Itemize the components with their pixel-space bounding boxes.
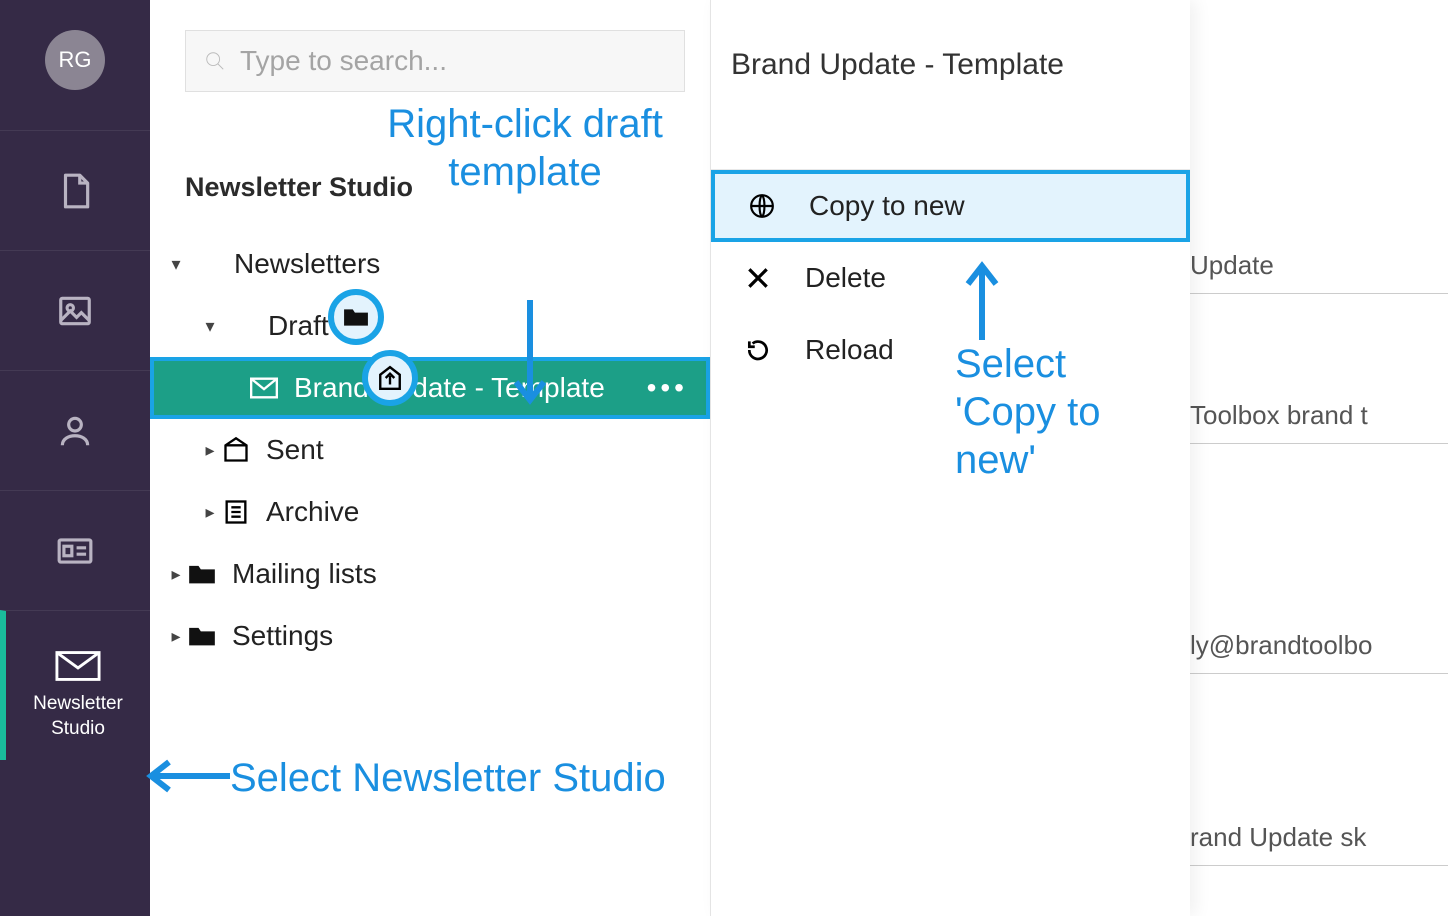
- nav-newsletter-studio[interactable]: Newsletter Studio: [0, 610, 150, 760]
- expand-icon[interactable]: ▾: [200, 316, 220, 337]
- tree-newsletters-label: Newsletters: [234, 248, 380, 280]
- folder-icon: [186, 558, 218, 590]
- nav-forms[interactable]: [0, 490, 150, 610]
- folder-icon: [186, 620, 218, 652]
- bg-row-label: Update: [1190, 250, 1274, 281]
- arrow-left-icon: [145, 758, 230, 794]
- arrow-up-icon: [962, 260, 1002, 340]
- expand-icon[interactable]: ▸: [200, 502, 220, 523]
- annotation-select-copy: Select 'Copy to new': [955, 340, 1155, 484]
- globe-icon: [745, 193, 779, 219]
- arrow-down-icon: [510, 300, 550, 415]
- expand-icon[interactable]: ▸: [200, 440, 220, 461]
- tree-draft-item-label: Brand Update - Template: [294, 372, 605, 404]
- nav-members[interactable]: [0, 370, 150, 490]
- reload-icon: [741, 337, 775, 363]
- annotation-select-ns: Select Newsletter Studio: [230, 754, 666, 802]
- tree-draft[interactable]: ▾ Draft: [150, 295, 710, 357]
- tree-sent-label: Sent: [266, 434, 324, 466]
- more-options-icon[interactable]: •••: [647, 372, 688, 404]
- context-delete[interactable]: Delete: [711, 242, 1190, 314]
- nav-newsletter-studio-label: Newsletter Studio: [6, 692, 150, 741]
- envelope-icon: [55, 650, 101, 682]
- search-input[interactable]: Type to search...: [185, 30, 685, 92]
- context-reload-label: Reload: [805, 334, 894, 366]
- tree-draft-label: Draft: [268, 310, 329, 342]
- avatar[interactable]: RG: [45, 30, 105, 90]
- nav-media[interactable]: [0, 250, 150, 370]
- person-icon: [56, 412, 94, 450]
- archive-icon: [220, 496, 252, 528]
- tree-newsletters[interactable]: ▾ Newsletters: [150, 233, 710, 295]
- tree-sent[interactable]: ▸ Sent: [150, 419, 710, 481]
- envelope-icon: [248, 372, 280, 404]
- tree-archive-label: Archive: [266, 496, 359, 528]
- tree-archive[interactable]: ▸ Archive: [150, 481, 710, 543]
- tree-settings-label: Settings: [232, 620, 333, 652]
- document-icon: [56, 172, 94, 210]
- context-copy-label: Copy to new: [809, 190, 965, 222]
- tree-settings[interactable]: ▸ Settings: [150, 605, 710, 667]
- tree-mailing-lists[interactable]: ▸ Mailing lists: [150, 543, 710, 605]
- context-menu-header: Brand Update - Template: [711, 0, 1190, 170]
- image-icon: [56, 292, 94, 330]
- folder-icon: [343, 304, 369, 330]
- annotation-right-click: Right-click draft template: [360, 100, 690, 196]
- highlight-circle-draft: [362, 350, 418, 406]
- outbox-icon: [220, 434, 252, 466]
- context-delete-label: Delete: [805, 262, 886, 294]
- nav-rail: RG Newsletter Studio: [0, 0, 150, 916]
- avatar-initials: RG: [59, 47, 92, 73]
- tree-draft-item[interactable]: Brand Update - Template •••: [150, 357, 710, 419]
- bg-row-label: Toolbox brand t: [1190, 400, 1368, 431]
- expand-icon[interactable]: ▾: [166, 254, 186, 275]
- background-form: Update Toolbox brand t ly@brandtoolbo ra…: [1190, 0, 1448, 916]
- search-placeholder: Type to search...: [240, 45, 447, 77]
- search-icon: [204, 50, 226, 72]
- outbox-up-icon: [377, 365, 403, 391]
- expand-icon[interactable]: ▸: [166, 626, 186, 647]
- context-copy-to-new[interactable]: Copy to new: [711, 170, 1190, 242]
- tree-mailing-lists-label: Mailing lists: [232, 558, 377, 590]
- highlight-circle-newsletters: [328, 289, 384, 345]
- close-icon: [741, 265, 775, 291]
- bg-row-label: ly@brandtoolbo: [1190, 630, 1373, 661]
- card-icon: [56, 532, 94, 570]
- expand-icon[interactable]: ▸: [166, 564, 186, 585]
- bg-row-label: rand Update sk: [1190, 822, 1366, 853]
- nav-content[interactable]: [0, 130, 150, 250]
